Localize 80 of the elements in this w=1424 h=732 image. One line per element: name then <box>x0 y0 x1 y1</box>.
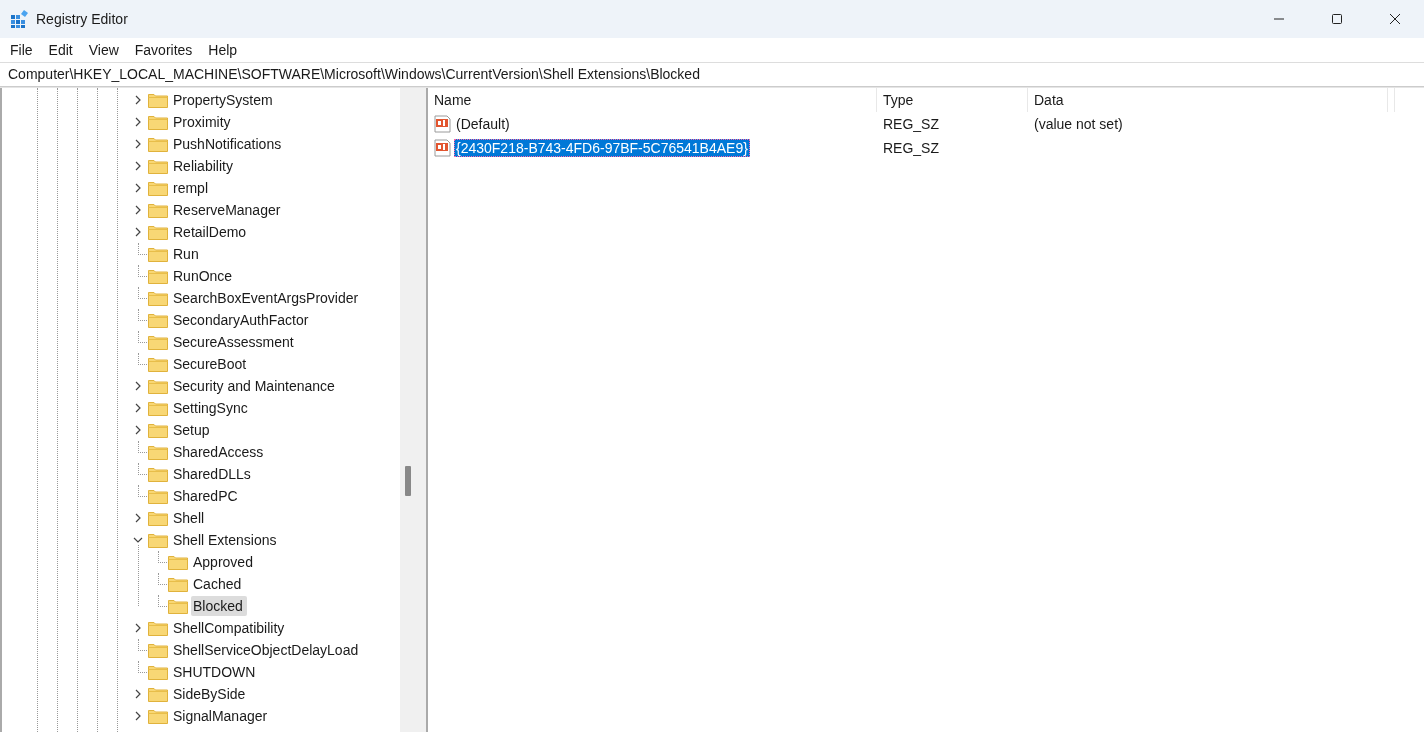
tree-item[interactable]: Proximity <box>171 112 235 132</box>
folder-icon <box>148 92 168 108</box>
tree-item[interactable]: Blocked <box>191 596 247 616</box>
string-value-icon <box>434 139 452 157</box>
column-header[interactable]: Data <box>1028 88 1388 112</box>
tree-item[interactable]: Cached <box>191 574 246 594</box>
folder-icon <box>148 180 168 196</box>
folder-icon <box>148 312 168 328</box>
address-bar[interactable]: Computer\HKEY_LOCAL_MACHINE\SOFTWARE\Microsoft\Windows\CurrentVersion\Shell Extensions\Blocked <box>0 62 1424 87</box>
folder-icon <box>148 642 168 658</box>
folder-icon <box>148 510 168 526</box>
folder-icon <box>168 598 188 614</box>
folder-icon <box>148 488 168 504</box>
menu-item[interactable]: Help <box>200 42 246 58</box>
folder-icon <box>148 334 168 350</box>
tree-item[interactable]: Security and Maintenance <box>171 376 339 396</box>
table-cell-text: REG_SZ <box>882 139 940 158</box>
value-name[interactable]: (Default) <box>454 115 512 133</box>
tree-item[interactable]: ShellCompatibility <box>171 618 289 638</box>
tree-item[interactable]: SignalManager <box>171 706 272 726</box>
folder-icon <box>148 224 168 240</box>
tree-item[interactable]: SideBySide <box>171 684 250 704</box>
folder-icon <box>148 356 168 372</box>
folder-icon <box>148 708 168 724</box>
folder-icon <box>148 664 168 680</box>
tree-item[interactable]: ReserveManager <box>171 200 285 220</box>
folder-icon <box>148 422 168 438</box>
tree-item[interactable]: RetailDemo <box>171 222 251 242</box>
tree-item[interactable]: Shell <box>171 508 209 528</box>
folder-icon <box>148 620 168 636</box>
string-value-icon <box>434 115 452 133</box>
tree-item[interactable]: SearchBoxEventArgsProvider <box>171 288 363 308</box>
maximize-icon <box>1331 13 1343 25</box>
tree-item[interactable]: Reliability <box>171 156 237 176</box>
folder-icon <box>148 136 168 152</box>
folder-icon <box>148 268 168 284</box>
tree-item[interactable]: SHUTDOWN <box>171 662 260 682</box>
folder-icon <box>148 686 168 702</box>
tree-item[interactable]: PushNotifications <box>171 134 286 154</box>
folder-icon <box>148 114 168 130</box>
tree-item[interactable]: rempl <box>171 178 212 198</box>
registry-app-icon <box>10 9 30 29</box>
folder-icon <box>148 290 168 306</box>
tree-item[interactable]: SettingSync <box>171 398 252 418</box>
scrollbar-thumb[interactable] <box>405 466 411 496</box>
column-header[interactable]: Type <box>877 88 1028 112</box>
menu-item[interactable]: Favorites <box>126 42 201 58</box>
tree-item[interactable]: Setup <box>171 420 214 440</box>
tree-item[interactable]: Approved <box>191 552 257 572</box>
folder-icon <box>168 554 188 570</box>
window-title: Registry Editor <box>36 11 128 27</box>
folder-icon <box>148 532 168 548</box>
tree-item[interactable]: ShellServiceObjectDelayLoad <box>171 640 363 660</box>
folder-icon <box>168 576 188 592</box>
folder-icon <box>148 444 168 460</box>
table-cell-text: REG_SZ <box>882 115 940 134</box>
tree-item[interactable]: Run <box>171 244 203 264</box>
tree-item[interactable]: SharedPC <box>171 486 242 506</box>
value-name[interactable]: {2430F218-B743-4FD6-97BF-5C76541B4AE9} <box>454 139 750 157</box>
menu-item[interactable]: File <box>2 42 41 58</box>
folder-icon <box>148 246 168 262</box>
tree-item[interactable]: SharedDLLs <box>171 464 255 484</box>
tree-item[interactable]: Shell Extensions <box>171 530 281 550</box>
scrollbar[interactable] <box>400 88 414 732</box>
tree-item[interactable]: SecureBoot <box>171 354 251 374</box>
folder-icon <box>148 202 168 218</box>
tree-item[interactable]: SecondaryAuthFactor <box>171 310 313 330</box>
menu-item[interactable]: View <box>80 42 127 58</box>
close-icon <box>1389 13 1401 25</box>
folder-icon <box>148 466 168 482</box>
table-cell-text: (value not set) <box>1033 115 1124 134</box>
tree-item[interactable]: SecureAssessment <box>171 332 298 352</box>
folder-icon <box>148 378 168 394</box>
folder-icon <box>148 400 168 416</box>
folder-icon <box>148 158 168 174</box>
tree-item[interactable]: PropertySystem <box>171 90 277 110</box>
menu-item[interactable]: Edit <box>40 42 81 58</box>
tree-item[interactable]: SharedAccess <box>171 442 268 462</box>
tree-item[interactable]: RunOnce <box>171 266 237 286</box>
column-header[interactable]: Name <box>428 88 877 112</box>
